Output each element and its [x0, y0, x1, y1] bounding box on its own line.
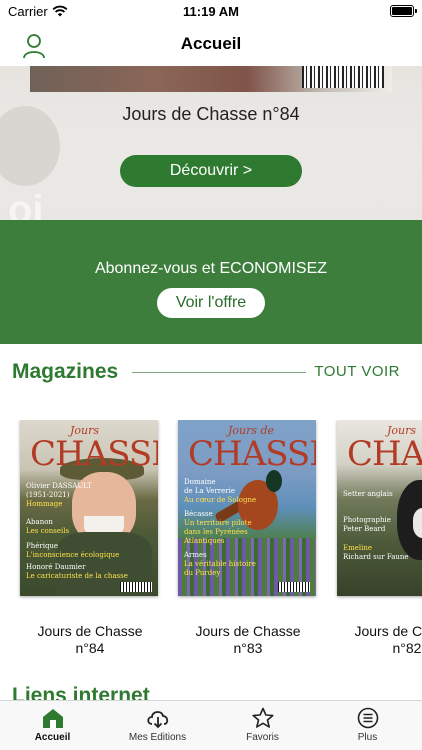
- subscribe-banner: Abonnez-vous et ECONOMISEZ Voir l'offre: [0, 220, 422, 344]
- magazine-card[interactable]: Jours CHASSE Setter anglais Photographie…: [337, 420, 422, 657]
- more-icon: [357, 707, 378, 729]
- see-all-button[interactable]: TOUT VOIR: [314, 363, 400, 380]
- cover-line: Peter Beard: [343, 525, 386, 533]
- tab-label: Plus: [357, 732, 378, 743]
- cover-line: L'inconscience écologique: [26, 551, 120, 559]
- home-icon: [42, 709, 63, 728]
- cover-line: Abanon: [26, 518, 53, 526]
- cover-masthead: CHASSE: [347, 434, 422, 474]
- cover-line: Au cœur de Sologne: [184, 496, 257, 504]
- magazine-name: Jours de Chasse: [354, 623, 422, 639]
- cover-line: Emeline: [343, 544, 373, 552]
- magazine-caption: Jours de Chasse n°84: [20, 623, 160, 657]
- cover-line: La véritable histoire: [184, 560, 256, 568]
- tab-label: Favoris: [246, 732, 279, 743]
- cover-masthead: CHASSE: [30, 434, 158, 474]
- cover-line: Domaine: [184, 478, 216, 486]
- status-time: 11:19 AM: [183, 4, 239, 19]
- magazines-section-header: Magazines TOUT VOIR: [0, 358, 422, 388]
- magazine-caption: Jours de Chasse n°83: [178, 623, 318, 657]
- cover-line: Le caricaturiste de la chasse: [26, 572, 128, 580]
- magazines-carousel[interactable]: Jours CHASSE Olivier DASSAULT (1951-2021…: [0, 420, 422, 660]
- magazines-title: Magazines: [12, 360, 119, 383]
- battery-icon: [390, 5, 417, 17]
- cover-line: Richard sur Faune: [343, 553, 409, 561]
- section-divider: [132, 372, 306, 373]
- magazine-cover[interactable]: Jours CHASSE Setter anglais Photographie…: [337, 420, 422, 596]
- cover-line: de La Verrerie: [184, 487, 236, 495]
- magazine-cover[interactable]: Jours de CHASSE Domaine de La Verrerie A…: [178, 420, 316, 596]
- barcode-image: [302, 66, 384, 88]
- discover-button[interactable]: Découvrir >: [120, 155, 302, 187]
- cover-barcode: [278, 582, 310, 592]
- magazine-name: Jours de Chasse: [37, 623, 143, 639]
- cover-photo-dog-spot: [413, 508, 422, 538]
- cover-line: Armes: [184, 551, 207, 559]
- cover-masthead: CHASSE: [188, 434, 316, 474]
- tab-accueil[interactable]: Accueil: [0, 707, 105, 743]
- star-icon: [251, 707, 274, 728]
- page-title: Accueil: [180, 34, 242, 53]
- magazine-issue: n°83: [233, 640, 263, 656]
- cover-line: (1951-2021): [26, 491, 70, 499]
- cover-line: Un territoire pilote: [184, 519, 252, 527]
- magazine-card[interactable]: Jours de CHASSE Domaine de La Verrerie A…: [178, 420, 318, 657]
- cover-line: Setter anglais: [343, 490, 393, 498]
- magazine-issue: n°82: [392, 640, 422, 656]
- hero-banner: oi Jours de Chasse n°84 Découvrir >: [0, 66, 422, 220]
- tab-bar: Accueil Mes Editions Favoris Plus: [0, 700, 422, 750]
- download-cloud-icon: [146, 711, 168, 729]
- cover-line: Honoré Daumier: [26, 563, 86, 571]
- tab-label: Accueil: [34, 732, 71, 743]
- cover-line: dans les Pyrénées: [184, 528, 248, 536]
- magazine-issue: n°84: [75, 640, 105, 656]
- tab-mes-editions[interactable]: Mes Editions: [105, 707, 210, 743]
- magazine-caption: Jours de Chasse n°82: [337, 623, 422, 657]
- cover-line: Les conseils: [26, 527, 70, 535]
- cover-line: Photographie: [343, 516, 391, 524]
- cover-line: Hommage: [26, 500, 63, 508]
- subscribe-text: Abonnez-vous et ECONOMISEZ: [94, 260, 328, 277]
- cover-line: Olivier DASSAULT: [26, 482, 92, 490]
- tab-plus[interactable]: Plus: [315, 707, 420, 743]
- magazine-name: Jours de Chasse: [195, 623, 301, 639]
- cover-line: Phérique: [26, 542, 59, 550]
- magazine-cover[interactable]: Jours CHASSE Olivier DASSAULT (1951-2021…: [20, 420, 158, 596]
- hero-title: Jours de Chasse n°84: [122, 104, 300, 124]
- cover-barcode: [120, 582, 152, 592]
- tab-favoris[interactable]: Favoris: [210, 707, 315, 743]
- status-bar: Carrier 11:19 AM: [0, 0, 422, 24]
- view-offer-button[interactable]: Voir l'offre: [157, 288, 265, 318]
- nav-bar: Accueil: [0, 24, 422, 66]
- cover-line: Atlantiques: [184, 537, 225, 545]
- cover-line: du Purdey: [184, 569, 221, 577]
- hero-ghost-text: oi: [8, 188, 44, 220]
- cover-line: Bécasse: [184, 510, 213, 518]
- tab-label: Mes Editions: [128, 732, 187, 743]
- magazine-card[interactable]: Jours CHASSE Olivier DASSAULT (1951-2021…: [20, 420, 160, 657]
